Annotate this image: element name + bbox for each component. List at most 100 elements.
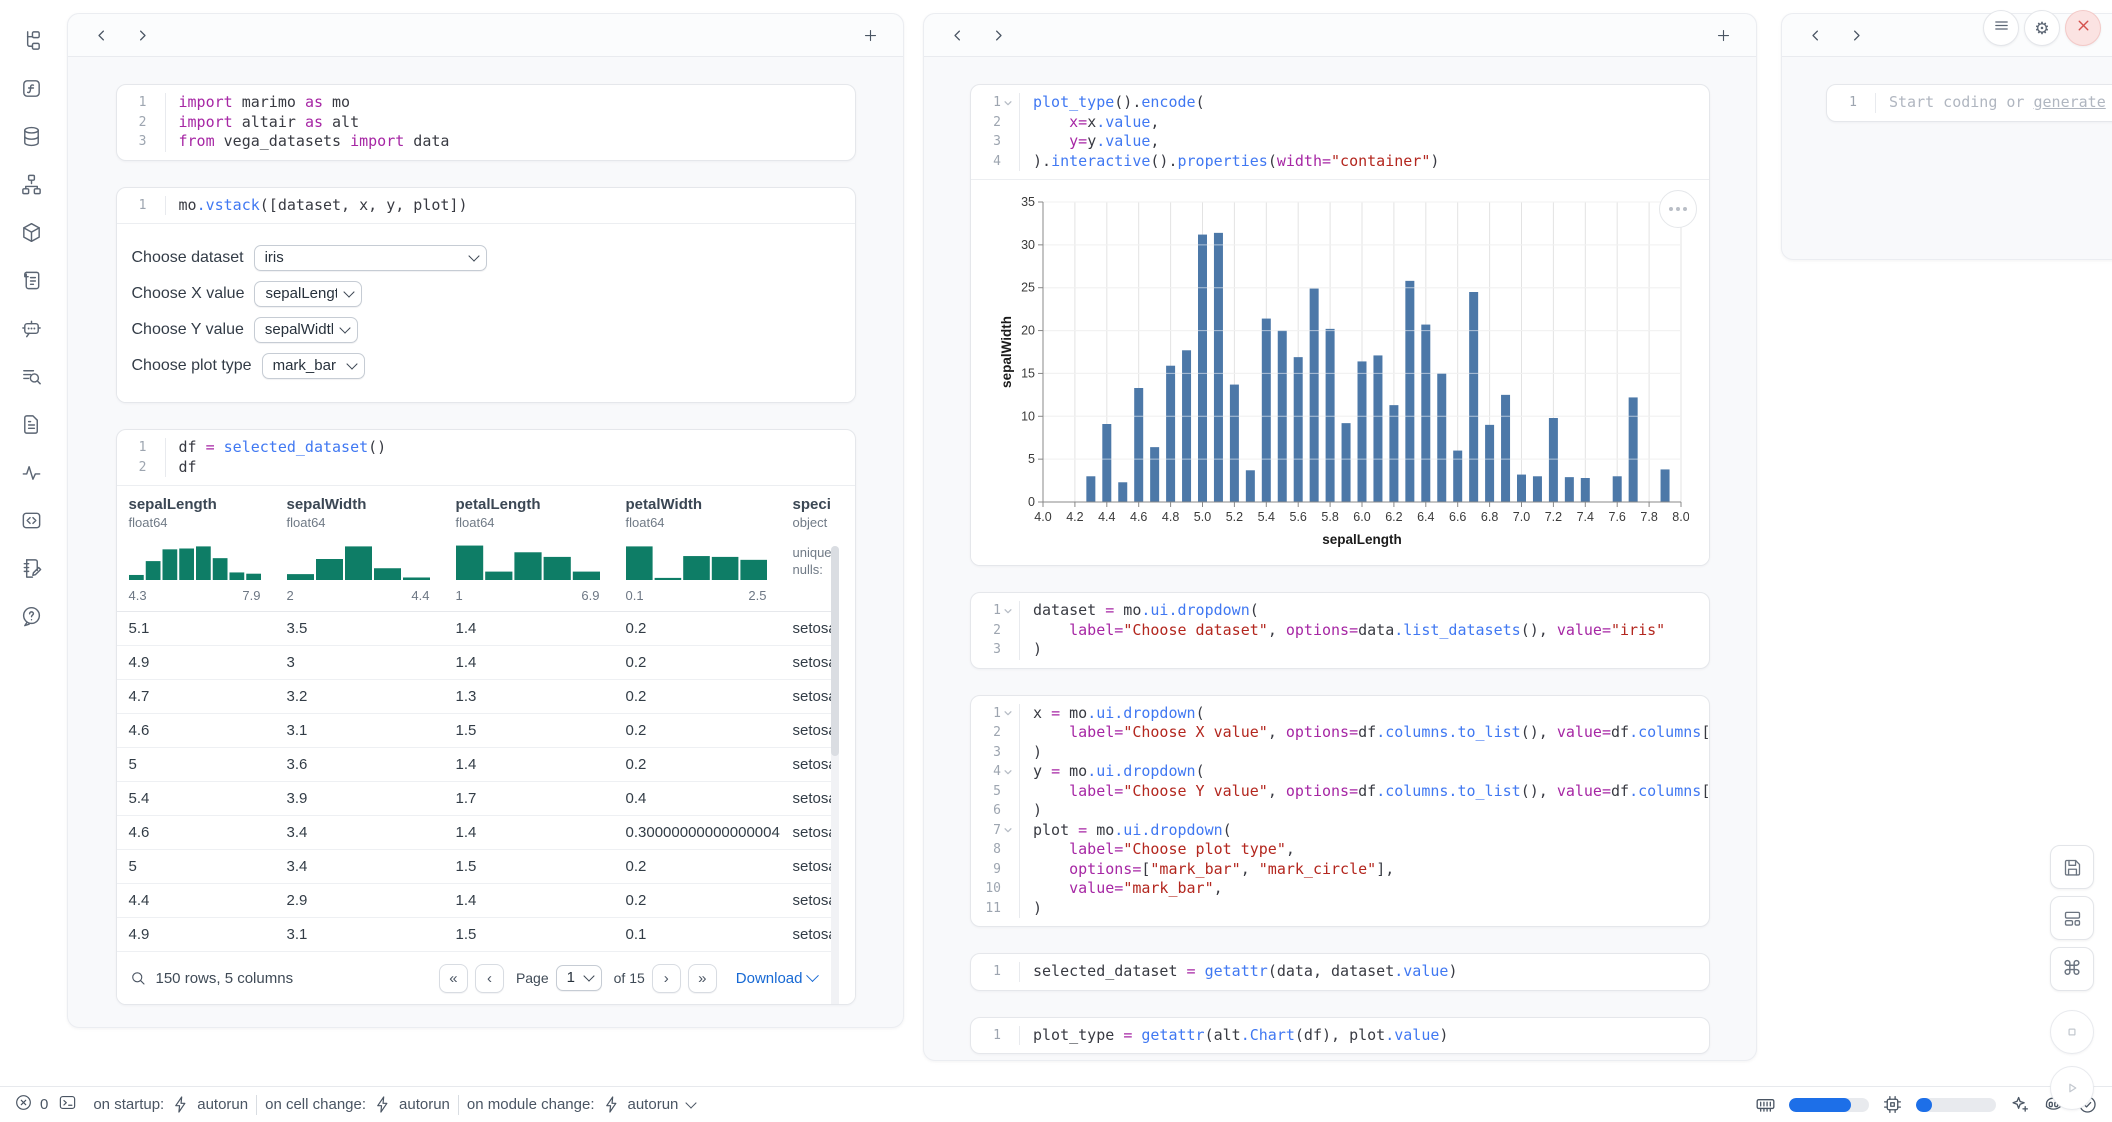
table-column-header[interactable]: petalWidthfloat640.12.5: [614, 496, 781, 603]
sidebar-item-document[interactable]: [13, 406, 49, 442]
layout-button[interactable]: [2050, 896, 2094, 940]
sidebar-item-dependency-graph[interactable]: [13, 166, 49, 202]
sidebar-item-file-tree[interactable]: [13, 22, 49, 58]
settings-button[interactable]: ⚙: [2024, 10, 2060, 46]
dropdown-choose-y-value[interactable]: sepalWidth: [254, 317, 358, 343]
fold-chevron-icon[interactable]: [1003, 824, 1015, 836]
run-button[interactable]: [2050, 1066, 2094, 1110]
sidebar-item-activity[interactable]: [13, 454, 49, 490]
setting-value: autorun: [197, 1096, 248, 1113]
select-input[interactable]: mark_bar: [262, 353, 365, 379]
code-editor[interactable]: 1plot_type().encode(2 x=x.value,3 y=y.va…: [971, 85, 1709, 179]
dropdown-choose-x-value[interactable]: sepalLength: [254, 281, 362, 307]
next-page-button[interactable]: ›: [652, 964, 681, 993]
collapse-right-icon[interactable]: [1843, 22, 1869, 48]
sidebar-item-help[interactable]: [13, 598, 49, 634]
first-page-button[interactable]: «: [439, 964, 468, 993]
table-cell: 1.4: [444, 756, 614, 773]
code-editor[interactable]: 1import marimo as mo2import altair as al…: [117, 85, 855, 160]
terminal-toggle[interactable]: [58, 1093, 77, 1116]
download-button[interactable]: Download: [736, 970, 817, 987]
table-row[interactable]: 4.931.40.2setosa: [117, 646, 831, 680]
sidebar-item-package[interactable]: [13, 214, 49, 250]
previous-page-button[interactable]: ‹: [475, 964, 504, 993]
bar-mark: [1230, 385, 1239, 502]
table-column-header[interactable]: speciesobjectunique:nulls:: [781, 496, 831, 603]
add-cell-button[interactable]: [1710, 22, 1736, 48]
select-input[interactable]: iris: [254, 245, 487, 271]
code-editor[interactable]: 1x = mo.ui.dropdown(2 label="Choose X va…: [971, 696, 1709, 927]
code-editor[interactable]: 1Start coding or generate with: [1827, 85, 2112, 121]
table-column-header[interactable]: sepalWidthfloat6424.4: [275, 496, 444, 603]
altair-chart[interactable]: 4.04.24.44.64.85.05.25.45.65.86.06.26.46…: [971, 180, 1709, 565]
code-editor[interactable]: 1df = selected_dataset()2df: [117, 430, 855, 485]
sidebar-item-chat-bot[interactable]: [13, 310, 49, 346]
select-input[interactable]: sepalLength: [254, 281, 362, 307]
table-row[interactable]: 53.41.50.2setosa: [117, 850, 831, 884]
table-column-header[interactable]: sepalLengthfloat644.37.9: [117, 496, 275, 603]
code-text: from vega_datasets import data: [165, 132, 450, 152]
collapse-right-icon[interactable]: [129, 22, 155, 48]
table-row[interactable]: 53.61.40.2setosa: [117, 748, 831, 782]
histogram-container: [626, 538, 781, 585]
page-number-select[interactable]: 1: [556, 965, 602, 991]
save-button[interactable]: [2050, 845, 2094, 889]
code-editor[interactable]: 1dataset = mo.ui.dropdown(2 label="Choos…: [971, 593, 1709, 668]
chevron-down-icon: [686, 1097, 697, 1108]
table-row[interactable]: 4.73.21.30.2setosa: [117, 680, 831, 714]
sidebar-item-code-snippets[interactable]: [13, 502, 49, 538]
collapse-left-icon[interactable]: [944, 22, 970, 48]
table-row[interactable]: 4.63.11.50.2setosa: [117, 714, 831, 748]
fold-chevron-icon[interactable]: [1003, 766, 1015, 778]
table-row[interactable]: 5.43.91.70.4setosa: [117, 782, 831, 816]
bar-mark: [1134, 388, 1143, 502]
chart-options-button[interactable]: [1659, 190, 1697, 228]
collapse-left-icon[interactable]: [88, 22, 114, 48]
sidebar-item-database[interactable]: [13, 118, 49, 154]
sidebar-item-list-search[interactable]: [13, 358, 49, 394]
page-select[interactable]: 1: [556, 965, 602, 991]
table-row[interactable]: 5.13.51.40.2setosa: [117, 612, 831, 646]
stop-button[interactable]: [2050, 1010, 2094, 1054]
svg-text:6.6: 6.6: [1449, 510, 1466, 524]
chevron-down-icon: [806, 969, 819, 982]
svg-text:sepalLength: sepalLength: [1322, 532, 1402, 547]
table-row[interactable]: 4.63.41.40.30000000000000004setosa: [117, 816, 831, 850]
code-editor[interactable]: 1mo.vstack([dataset, x, y, plot]): [117, 188, 855, 224]
collapse-left-icon[interactable]: [1802, 22, 1828, 48]
code-line: 1plot_type = getattr(alt.Chart(df), plot…: [971, 1026, 1709, 1046]
command-button[interactable]: ⌘: [2050, 947, 2094, 991]
dropdown-choose-dataset[interactable]: iris: [254, 245, 487, 271]
close-button[interactable]: [2065, 10, 2101, 46]
select-input[interactable]: sepalWidth: [254, 317, 358, 343]
fold-chevron-icon[interactable]: [1003, 97, 1015, 109]
fold-chevron-icon[interactable]: [1003, 605, 1015, 617]
sidebar-item-logs[interactable]: [13, 262, 49, 298]
add-cell-button[interactable]: [857, 22, 883, 48]
code-text: x = mo.ui.dropdown(: [1019, 704, 1205, 724]
ai-sparkle-icon[interactable]: [2009, 1094, 2030, 1115]
menu-button[interactable]: [1983, 10, 2019, 46]
fold-chevron-icon[interactable]: [1003, 707, 1015, 719]
sidebar-item-scratchpad[interactable]: [13, 550, 49, 586]
table-column-header[interactable]: petalLengthfloat6416.9: [444, 496, 614, 603]
table-scrollbar[interactable]: [831, 546, 839, 1005]
table-row[interactable]: 4.93.11.50.1setosa: [117, 918, 831, 952]
last-page-button[interactable]: »: [688, 964, 717, 993]
code-text: ): [1019, 801, 1042, 821]
autorun-setting-2[interactable]: on cell change:autorun: [265, 1095, 450, 1114]
line-gutter: 4: [971, 152, 1019, 172]
autorun-setting-1[interactable]: on startup:autorun: [93, 1095, 248, 1114]
code-editor[interactable]: 1selected_dataset = getattr(data, datase…: [971, 954, 1709, 990]
search-icon[interactable]: [129, 969, 147, 987]
dropdown-choose-plot-type[interactable]: mark_bar: [262, 353, 365, 379]
generate-with-ai-link[interactable]: generate: [2034, 93, 2106, 111]
table-row[interactable]: 4.42.91.40.2setosa: [117, 884, 831, 918]
autorun-setting-3[interactable]: on module change:autorun: [467, 1095, 695, 1114]
scrollbar-thumb[interactable]: [831, 546, 839, 756]
collapse-right-icon[interactable]: [985, 22, 1011, 48]
sidebar-item-function[interactable]: [13, 70, 49, 106]
error-count-indicator[interactable]: 0: [14, 1093, 48, 1116]
code-editor[interactable]: 1plot_type = getattr(alt.Chart(df), plot…: [971, 1018, 1709, 1054]
table-cell: setosa: [781, 620, 831, 637]
